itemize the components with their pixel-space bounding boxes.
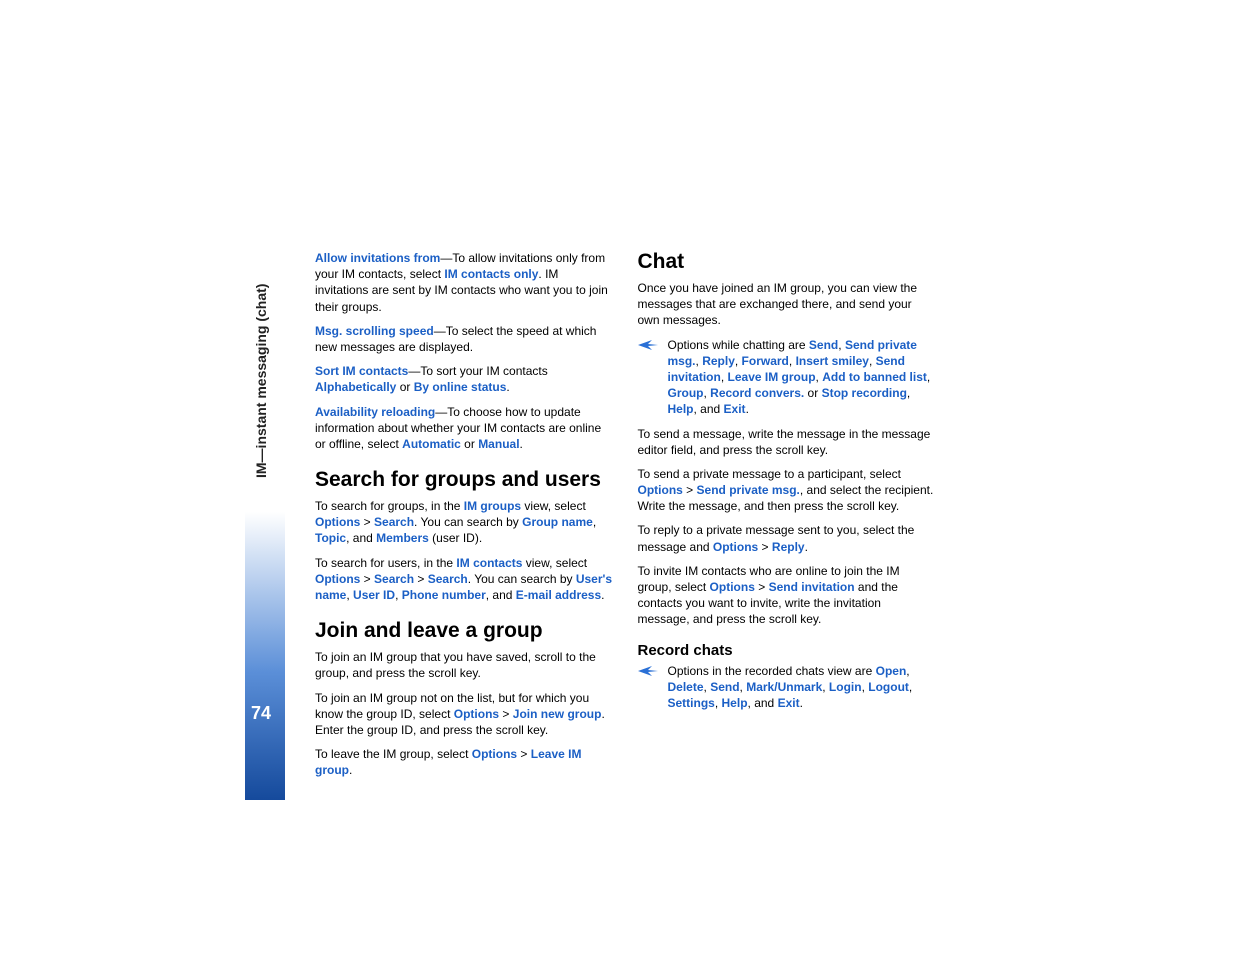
chat-heading: Chat [638, 250, 936, 274]
availability-reloading: Availability reloading—To choose how to … [315, 404, 613, 453]
allow-invitations-label: Allow invitations from [315, 251, 440, 265]
sidebar-gradient: IM—instant messaging (chat) 74 [245, 160, 285, 800]
note-icon [638, 665, 658, 679]
chat-options-note: Options while chatting are Send, Send pr… [638, 337, 936, 418]
invite-contacts: To invite IM contacts who are online to … [638, 563, 936, 628]
chat-intro: Once you have joined an IM group, you ca… [638, 280, 936, 329]
record-options-body: Options in the recorded chats view are O… [668, 663, 936, 712]
section-title: IM—instant messaging (chat) [253, 284, 269, 478]
sort-contacts: Sort IM contacts—To sort your IM contact… [315, 363, 613, 395]
chat-options-body: Options while chatting are Send, Send pr… [668, 337, 936, 418]
right-column: Chat Once you have joined an IM group, y… [638, 250, 936, 787]
search-groups: To search for groups, in the IM groups v… [315, 498, 613, 547]
document-page: IM—instant messaging (chat) 74 Allow inv… [245, 160, 935, 800]
record-options-note: Options in the recorded chats view are O… [638, 663, 936, 712]
search-users: To search for users, in the IM contacts … [315, 555, 613, 604]
left-column: Allow invitations from—To allow invitati… [315, 250, 613, 787]
send-message: To send a message, write the message in … [638, 426, 936, 458]
record-chats-heading: Record chats [638, 642, 936, 659]
allow-invitations: Allow invitations from—To allow invitati… [315, 250, 613, 315]
note-icon [638, 339, 658, 353]
join-heading: Join and leave a group [315, 619, 613, 643]
page-number: 74 [251, 703, 271, 724]
reply-private: To reply to a private message sent to yo… [638, 522, 936, 554]
join-not-on-list: To join an IM group not on the list, but… [315, 690, 613, 739]
leave-group: To leave the IM group, select Options > … [315, 746, 613, 778]
join-saved: To join an IM group that you have saved,… [315, 649, 613, 681]
search-heading: Search for groups and users [315, 468, 613, 492]
msg-scrolling: Msg. scrolling speed—To select the speed… [315, 323, 613, 355]
content-area: Allow invitations from—To allow invitati… [315, 250, 935, 787]
send-private-message: To send a private message to a participa… [638, 466, 936, 515]
